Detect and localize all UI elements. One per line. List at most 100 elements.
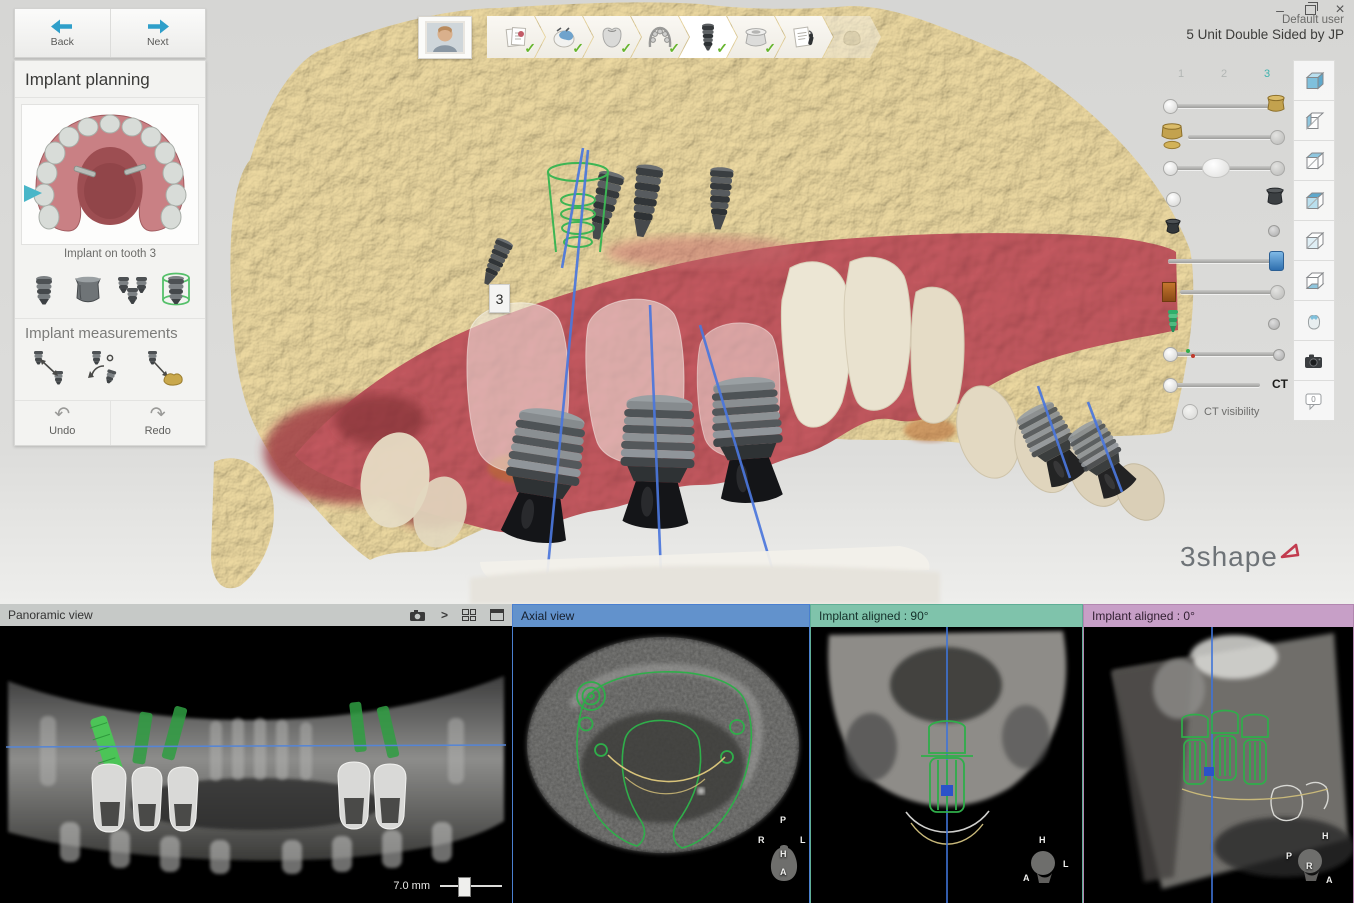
implant-distance-button[interactable] <box>25 346 75 392</box>
slider-track[interactable] <box>1168 352 1280 356</box>
add-implant-button[interactable] <box>23 268 65 312</box>
ct-visibility-toggle[interactable]: CT visibility <box>1182 404 1288 420</box>
aligned90-title: Implant aligned : 90° <box>819 609 929 623</box>
slider-knob[interactable] <box>1163 378 1178 393</box>
orientation-a: A <box>780 867 787 877</box>
view-cube-top2-button[interactable] <box>1294 141 1334 181</box>
slider-knob[interactable] <box>1268 318 1280 330</box>
slider-knob[interactable] <box>1270 130 1285 145</box>
grid-layout-icon[interactable] <box>462 609 476 621</box>
implant-with-sleeve-button[interactable] <box>155 268 197 312</box>
slider-track[interactable] <box>1180 290 1280 294</box>
orientation-r: R <box>758 835 765 845</box>
orientation-p: P <box>1286 851 1292 861</box>
slider-knob[interactable] <box>1163 161 1178 176</box>
gingiva-highlight <box>605 236 795 268</box>
implant-planning-panel: Implant planning <box>14 60 206 446</box>
aligned90-sleeve-marker <box>941 785 953 796</box>
view-cube-corner-button[interactable] <box>1294 181 1334 221</box>
marker-dot-green <box>1186 349 1190 353</box>
screenshot-button[interactable] <box>1294 341 1334 381</box>
panoramic-canvas[interactable]: 7.0 mm <box>0 626 512 903</box>
slider-green-implant <box>1160 307 1288 338</box>
undo-redo-row: ↶ Undo ↷ Redo <box>15 401 205 445</box>
slider-knob[interactable] <box>1270 285 1285 300</box>
next-button[interactable]: Next <box>110 9 206 57</box>
slice-thickness-slider[interactable] <box>440 877 502 895</box>
step-order-form[interactable]: ✓ <box>487 16 545 58</box>
implant-studio-app: 3 3shape – × Default user 5 Unit Double … <box>0 0 1354 903</box>
view-cube-bottom-icon <box>1303 270 1325 292</box>
multiple-implants-button[interactable] <box>111 268 153 312</box>
view-cube-bottom-button[interactable] <box>1294 261 1334 301</box>
tab-3[interactable]: 3 <box>1245 64 1288 84</box>
implant-tooth-distance-icon <box>140 349 184 389</box>
next-label: Next <box>147 36 169 48</box>
annotations-button[interactable]: 0 <box>1294 381 1334 420</box>
implant-angle-button[interactable] <box>81 346 131 392</box>
blue-sleeve-handle[interactable] <box>1269 251 1284 271</box>
tooth <box>844 257 910 410</box>
aligned0-title: Implant aligned : 0° <box>1092 609 1195 623</box>
slider-bone <box>1160 276 1288 307</box>
implant-to-tooth-button[interactable] <box>137 346 187 392</box>
finalize-icon <box>840 26 864 48</box>
ct-visibility-icon <box>1182 404 1198 420</box>
add-abutment-button[interactable] <box>67 268 109 312</box>
tab-2[interactable]: 2 <box>1202 64 1245 84</box>
aligned0-canvas[interactable]: H P R A <box>1084 627 1353 903</box>
slider-knob[interactable] <box>1163 347 1178 362</box>
slice-thickness-label: 7.0 mm <box>393 880 430 892</box>
view-cube-front-button[interactable] <box>1294 221 1334 261</box>
slider-knob[interactable] <box>1270 161 1285 176</box>
axial-canvas[interactable]: P R L H A <box>513 627 809 903</box>
slider-track[interactable] <box>1168 259 1278 263</box>
tab-1[interactable]: 1 <box>1160 64 1202 84</box>
report-icon <box>791 25 817 49</box>
slider-track[interactable] <box>1168 104 1276 108</box>
slider-track[interactable] <box>1188 135 1280 139</box>
aligned0-header: Implant aligned : 0° <box>1084 605 1353 627</box>
view-orientation-strip: 0 <box>1293 60 1335 421</box>
logo-text: 3shape <box>1180 541 1278 573</box>
orientation-r: R <box>1306 861 1313 871</box>
back-button[interactable]: Back <box>15 9 110 57</box>
patient-photo-card[interactable] <box>418 16 472 59</box>
slider-implant-visibility <box>1160 214 1288 245</box>
check-icon: ✓ <box>620 40 632 57</box>
patient-photo <box>425 21 465 54</box>
case-name-label: 5 Unit Double Sided by JP <box>1186 27 1344 42</box>
view-cube-left-button[interactable] <box>1294 101 1334 141</box>
aligned90-canvas[interactable]: H L A <box>811 627 1082 903</box>
navigation-bar: Back Next <box>14 8 206 58</box>
tooth-view-icon <box>1303 310 1325 332</box>
tooth-view-button[interactable] <box>1294 301 1334 341</box>
view-cube-top-button[interactable] <box>1294 61 1334 101</box>
check-icon: ✓ <box>716 40 728 57</box>
panoramic-scale: 7.0 mm <box>393 877 502 895</box>
slider-knob[interactable] <box>1268 225 1280 237</box>
slider-handle[interactable] <box>458 877 471 897</box>
slider-track[interactable] <box>1168 383 1260 387</box>
expand-chevron-icon[interactable]: > <box>441 608 448 622</box>
undo-button[interactable]: ↶ Undo <box>15 401 110 445</box>
slider-knob[interactable] <box>1163 99 1178 114</box>
workflow-steps: ✓ ✓ ✓ ✓ <box>487 16 881 58</box>
camera-icon[interactable] <box>409 609 427 622</box>
slider-knob[interactable] <box>1273 349 1285 361</box>
visibility-tabs: 1 2 3 <box>1160 64 1288 84</box>
single-layout-icon[interactable] <box>490 609 504 621</box>
orientation-l: L <box>800 835 806 845</box>
slider-knob[interactable] <box>1166 192 1181 207</box>
tooth-handle[interactable] <box>1202 158 1230 178</box>
slider-anatomy <box>1160 152 1288 183</box>
tooth <box>911 287 964 423</box>
redo-button[interactable]: ↷ Redo <box>110 401 206 445</box>
view-cube-front-icon <box>1303 230 1325 252</box>
visibility-panel: 1 2 3 <box>1160 64 1288 420</box>
logo-triangle-icon <box>1278 541 1302 563</box>
implant-aligned-0-view: Implant aligned : 0° <box>1083 604 1354 903</box>
panel-title: Implant planning <box>15 61 205 98</box>
implant-tools <box>15 266 205 319</box>
slider-ct: CT <box>1160 369 1288 400</box>
